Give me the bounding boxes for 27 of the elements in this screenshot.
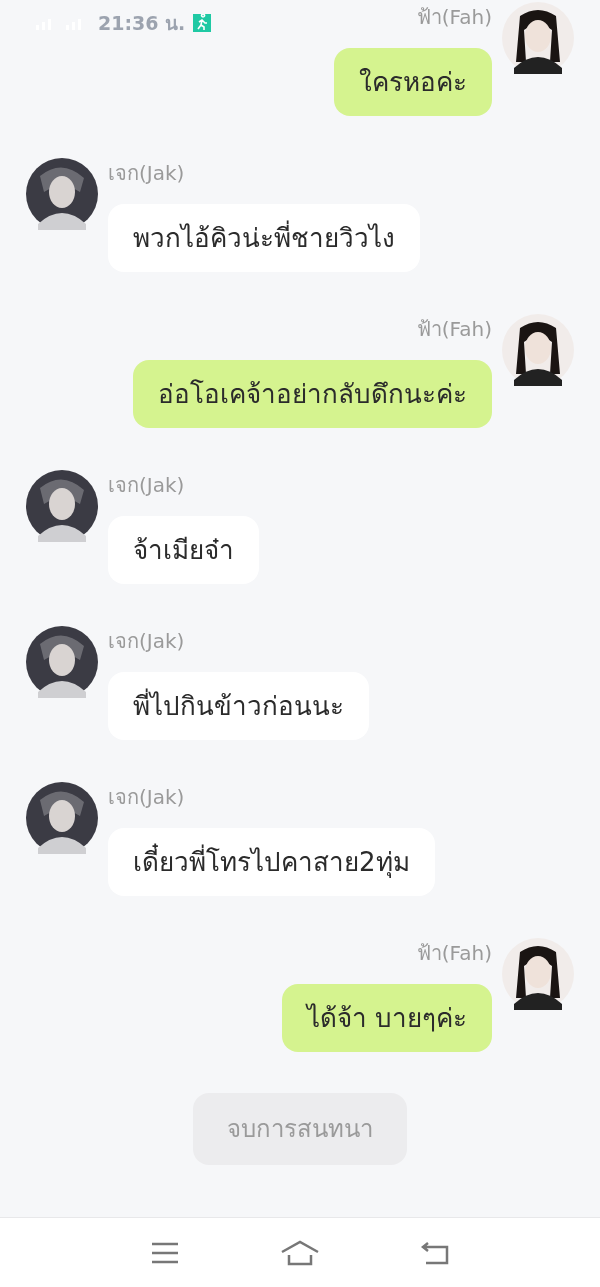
sender-name: ฟ้า(Fah) — [416, 940, 492, 967]
sender-name: ฟ้า(Fah) — [416, 316, 492, 343]
sender-name: เจก(Jak) — [108, 628, 185, 655]
avatar-icon — [26, 782, 98, 854]
sender-name: เจก(Jak) — [108, 784, 185, 811]
sender-name: เจก(Jak) — [108, 160, 185, 187]
avatar-icon — [26, 158, 98, 230]
message-bubble: จ้าเมียจ๋า — [108, 516, 259, 584]
avatar-icon — [26, 626, 98, 698]
avatar-icon — [502, 2, 574, 74]
message-bubble: พวกไอ้คิวน่ะพี่ชายวิวไง — [108, 204, 420, 272]
message-bubble: พี่ไปกินข้าวก่อนนะ — [108, 672, 369, 740]
avatar-icon — [502, 938, 574, 1010]
avatar-icon — [502, 314, 574, 386]
end-chat-button[interactable]: จบการสนทนา — [193, 1093, 407, 1165]
sender-name: ฟ้า(Fah) — [416, 4, 492, 31]
status-time: 21:36 น. — [98, 10, 186, 36]
avatar-icon — [26, 470, 98, 542]
runner-icon — [193, 14, 212, 32]
menu-icon[interactable] — [150, 1240, 180, 1265]
home-icon[interactable] — [280, 1239, 320, 1266]
message-bubble: ใครหอค่ะ — [334, 48, 492, 116]
sender-name: เจก(Jak) — [108, 472, 185, 499]
message-bubble: อ่อโอเคจ้าอย่ากลับดึกนะค่ะ — [133, 360, 492, 428]
back-icon[interactable] — [420, 1240, 450, 1265]
message-bubble: ได้จ้า บายๆค่ะ — [281, 984, 492, 1052]
message-bubble: เดี๋ยวพี่โทรไปคาสาย2ทุ่ม — [108, 828, 435, 896]
